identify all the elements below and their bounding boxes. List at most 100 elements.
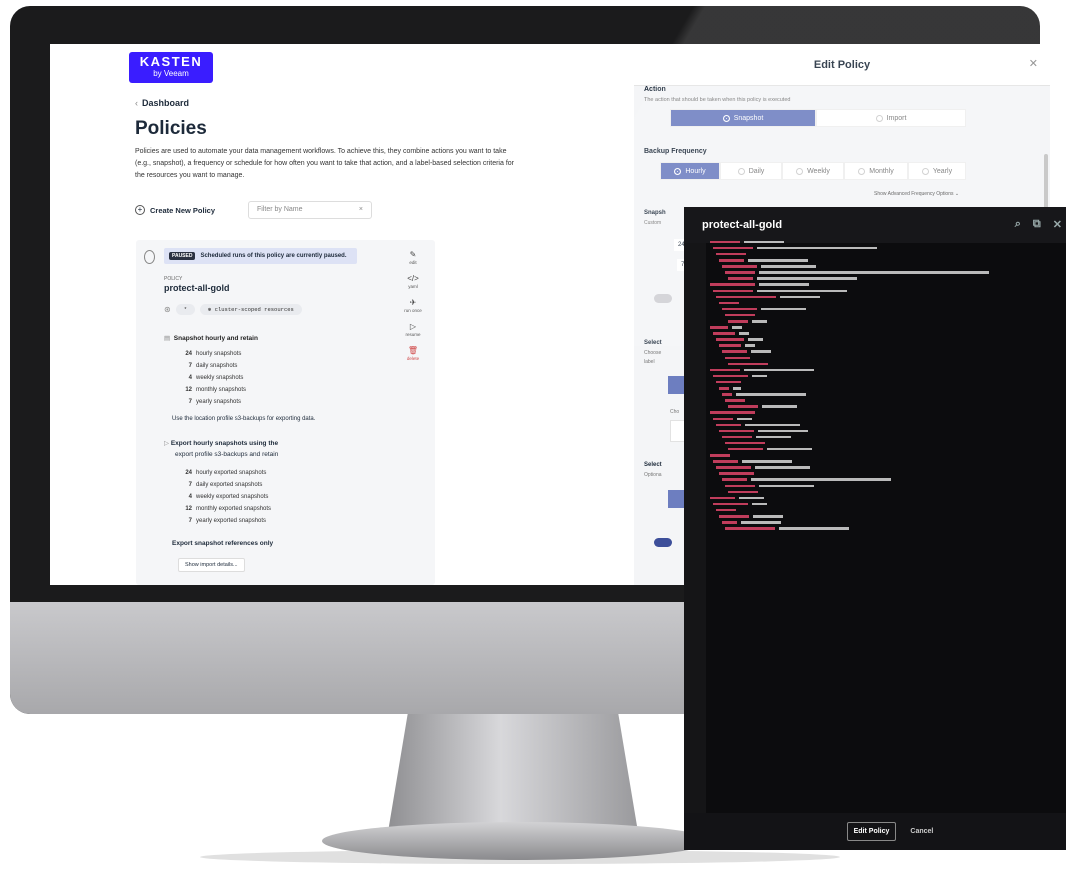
- toggle-switch-on[interactable]: [654, 538, 672, 547]
- yaml-value-bar: [753, 515, 783, 518]
- cluster-resources-text: cluster-scoped resources: [214, 306, 294, 313]
- action-selector: Snapshot Import: [670, 109, 966, 127]
- filter-placeholder: Filter by Name: [257, 206, 303, 213]
- delete-action[interactable]: 🗑 delete: [398, 346, 428, 370]
- paused-text: Scheduled runs of this policy are curren…: [200, 253, 347, 259]
- create-policy-button[interactable]: + Create New Policy: [135, 201, 235, 219]
- yaml-value-bar: [739, 496, 764, 500]
- radio-icon: [722, 114, 730, 122]
- yaml-action[interactable]: </> yaml: [398, 274, 428, 298]
- list-item: 7 yearly exported snapshots: [180, 515, 271, 527]
- yaml-value-bar: [733, 387, 741, 390]
- frequency-option-weekly[interactable]: Weekly: [782, 162, 844, 180]
- run-once-action[interactable]: ✈ run once: [398, 298, 428, 322]
- list-item: 7 daily snapshots: [180, 360, 246, 372]
- export-references-text: Export snapshot references only: [172, 540, 274, 547]
- breadcrumb[interactable]: ‹ Dashboard: [135, 98, 189, 108]
- yaml-value-bar: [780, 295, 820, 299]
- option-label: Yearly: [932, 167, 953, 175]
- yaml-key-bar: [728, 405, 758, 408]
- show-import-details-button[interactable]: Show import details...: [178, 558, 245, 572]
- yaml-key-bar: [719, 344, 741, 347]
- yaml-value-bar: [745, 423, 800, 427]
- yaml-value-bar: [742, 460, 792, 463]
- list-item: 7 daily exported snapshots: [180, 479, 271, 491]
- search-icon[interactable]: ⌕: [1015, 218, 1021, 231]
- paused-banner: PAUSED Scheduled runs of this policy are…: [164, 248, 357, 264]
- yaml-value-bar: [759, 271, 989, 274]
- policy-actions: ✎ edit </> yaml ✈ run once ▷ resume 🗑 delete: [398, 250, 428, 370]
- action-label: edit: [409, 260, 417, 265]
- action-label: yaml: [408, 284, 418, 289]
- yaml-key-bar: [719, 515, 749, 518]
- yaml-value-bar: [755, 466, 810, 469]
- panel-header: Edit Policy ✕: [634, 44, 1050, 86]
- frequency-option-monthly[interactable]: Monthly: [844, 162, 908, 180]
- page-title: Policies: [135, 118, 207, 139]
- retention-label: hourly exported snapshots: [196, 470, 267, 476]
- frequency-option-yearly[interactable]: Yearly: [908, 162, 966, 180]
- option-label: Snapshot: [733, 114, 764, 122]
- select-label-text: label: [644, 359, 655, 365]
- yaml-key-bar: [716, 380, 741, 384]
- action-description: The action that should be taken when thi…: [644, 97, 791, 103]
- yaml-value-bar: [748, 338, 763, 341]
- yaml-key-bar: [719, 472, 754, 475]
- retention-label: monthly snapshots: [196, 387, 247, 393]
- yaml-key-bar: [710, 454, 730, 457]
- yaml-key-bar: [710, 411, 755, 414]
- yaml-key-bar: [725, 399, 745, 402]
- retention-label: yearly exported snapshots: [196, 518, 267, 524]
- yaml-value-bar: [758, 429, 808, 433]
- cancel-button[interactable]: Cancel: [910, 828, 933, 835]
- close-icon[interactable]: ✕: [1029, 57, 1038, 70]
- retention-label: daily exported snapshots: [196, 482, 263, 488]
- yaml-value-bar: [748, 259, 808, 262]
- edit-policy-button[interactable]: Edit Policy: [846, 822, 897, 841]
- yaml-key-bar: [710, 240, 740, 244]
- optional-text: Optiona: [644, 472, 662, 478]
- editor-title: protect-all-gold: [702, 219, 783, 231]
- yaml-value-bar: [751, 350, 771, 353]
- retention-label: daily snapshots: [196, 363, 238, 369]
- action-option-snapshot[interactable]: Snapshot: [670, 109, 816, 127]
- frequency-option-daily[interactable]: Daily: [720, 162, 782, 180]
- breadcrumb-label: Dashboard: [142, 98, 190, 108]
- policies-page: KASTEN by Veeam ‹ Dashboard Policies Poli…: [50, 44, 634, 585]
- option-label: Import: [886, 114, 907, 122]
- yaml-value-bar: [752, 320, 767, 323]
- yaml-key-bar: [710, 368, 740, 372]
- run-icon: ✈: [409, 298, 417, 307]
- list-item: 12 monthly snapshots: [180, 384, 246, 396]
- namespace-chip: *: [175, 304, 196, 315]
- resume-action[interactable]: ▷ resume: [398, 322, 428, 346]
- yaml-code[interactable]: [690, 239, 989, 544]
- yaml-value-bar: [759, 484, 814, 488]
- kasten-logo[interactable]: KASTEN by Veeam: [129, 52, 213, 83]
- close-icon[interactable]: ✕: [1053, 218, 1062, 231]
- advanced-frequency-link[interactable]: Show Advanced Frequency Options ⌄: [874, 191, 959, 197]
- clear-icon[interactable]: ×: [359, 206, 363, 214]
- list-item: 24 hourly snapshots: [180, 348, 246, 360]
- export-retention-list: 24 hourly exported snapshots 7 daily expor…: [180, 467, 271, 527]
- select-resources-title: Select: [644, 462, 662, 468]
- snapshot-retention-list: 24 hourly snapshots 7 daily snapshots 4 wee…: [180, 348, 246, 408]
- copy-icon[interactable]: ⧉: [1033, 218, 1041, 231]
- yaml-value-bar: [757, 277, 857, 280]
- export-header-line1: Export hourly snapshots using the: [170, 440, 279, 447]
- yaml-key-bar: [716, 508, 736, 512]
- yaml-key-bar: [722, 265, 757, 268]
- filter-input[interactable]: Filter by Name ×: [248, 201, 372, 219]
- edit-icon: ✎: [409, 250, 417, 259]
- list-item: 4 weekly snapshots: [180, 372, 246, 384]
- yaml-key-bar: [722, 307, 757, 311]
- radio-icon: [921, 167, 929, 175]
- edit-action[interactable]: ✎ edit: [398, 250, 428, 274]
- yaml-key-bar: [713, 460, 738, 463]
- frequency-option-hourly[interactable]: Hourly: [660, 162, 720, 180]
- retention-label: yearly snapshots: [196, 399, 242, 405]
- toggle-switch[interactable]: [654, 294, 672, 303]
- retention-label: weekly snapshots: [196, 375, 244, 381]
- action-option-import[interactable]: Import: [816, 109, 966, 127]
- list-item: 4 weekly exported snapshots: [180, 491, 271, 503]
